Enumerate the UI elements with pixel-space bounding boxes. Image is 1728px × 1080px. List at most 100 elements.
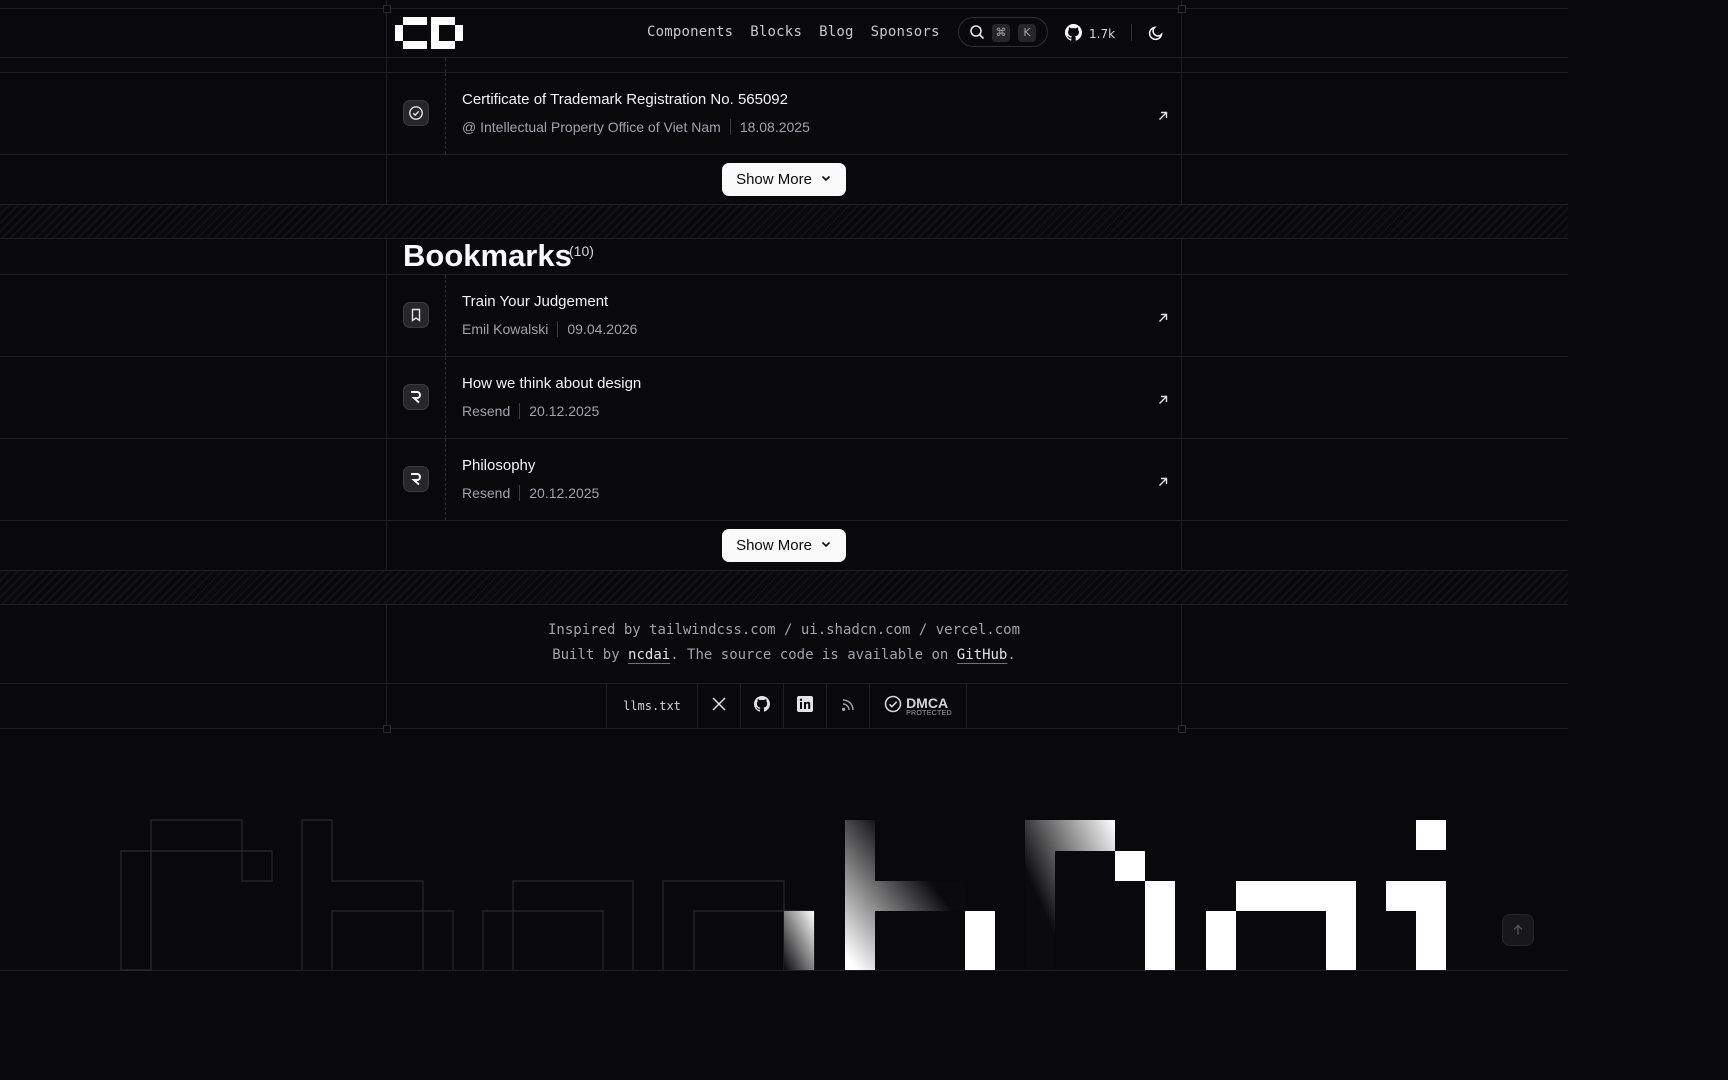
dashed-line	[445, 73, 446, 154]
bookmarks-count: (10)	[569, 243, 594, 259]
nav-link-components[interactable]: Components	[647, 24, 733, 40]
github-stars-link[interactable]: 1.7k	[1065, 24, 1115, 44]
bookmark-date: 20.12.2025	[529, 485, 600, 501]
certification-row[interactable]: Certificate of Trademark Registration No…	[387, 73, 1181, 154]
rss-link[interactable]	[827, 684, 870, 728]
chanhdai-wordmark	[120, 819, 1446, 971]
footer-text: . The source code is available on	[670, 647, 957, 663]
bookmark-date: 09.04.2026	[567, 321, 638, 337]
nav-link-sponsors[interactable]: Sponsors	[871, 24, 940, 40]
bookmark-author: Resend	[462, 403, 511, 419]
divider	[519, 485, 521, 501]
check-circle-icon	[403, 100, 429, 126]
arrow-up-right-icon	[1157, 473, 1169, 486]
corner-marker	[1178, 725, 1186, 733]
dashed-line	[445, 357, 446, 438]
social-links: llms.txt DMCA PROTECTED	[606, 684, 967, 728]
arrow-up-right-icon	[1157, 309, 1169, 322]
scroll-to-top-button[interactable]	[1502, 914, 1534, 946]
bookmark-title: Philosophy	[462, 457, 536, 474]
arrow-up-icon	[1512, 921, 1524, 940]
section-divider-hatch	[0, 205, 1568, 238]
bookmark-row[interactable]: Philosophy Resend 20.12.2025	[387, 439, 1181, 520]
divider	[557, 321, 559, 337]
arrow-up-right-icon	[1157, 107, 1169, 120]
rss-icon	[841, 697, 855, 716]
search-button[interactable]: ⌘ K	[958, 17, 1048, 47]
bookmark-meta: Resend 20.12.2025	[462, 485, 599, 501]
dmca-badge[interactable]: DMCA PROTECTED	[870, 684, 967, 728]
chevron-down-icon	[820, 171, 832, 188]
show-more-label: Show More	[736, 537, 812, 554]
kbd-k: K	[1018, 24, 1036, 42]
section-divider-hatch	[0, 571, 1568, 604]
divider	[519, 403, 521, 419]
grid-line	[0, 238, 1568, 239]
divider	[1131, 24, 1132, 41]
chevron-down-icon	[820, 537, 832, 554]
grid-line	[0, 8, 1568, 9]
linkedin-link[interactable]	[784, 684, 827, 728]
search-icon	[969, 24, 985, 44]
dashed-line	[445, 439, 446, 520]
theme-toggle-button[interactable]	[1147, 24, 1165, 42]
site-logo[interactable]	[395, 17, 463, 49]
github-source-link[interactable]: GitHub	[957, 647, 1008, 663]
dmca-text: DMCA PROTECTED	[906, 696, 952, 717]
corner-marker	[383, 725, 391, 733]
footer-inspired: Inspired by tailwindcss.com / ui.shadcn.…	[547, 622, 1020, 638]
arrow-up-right-icon	[1157, 391, 1169, 404]
github-icon	[1065, 24, 1082, 44]
llms-link[interactable]: llms.txt	[607, 684, 698, 728]
main-nav: Components Blocks Blog Sponsors	[647, 24, 940, 40]
resend-logo-icon	[403, 384, 429, 410]
bookmark-row[interactable]: Train Your Judgement Emil Kowalski 09.04…	[387, 275, 1181, 356]
certification-title: Certificate of Trademark Registration No…	[462, 91, 788, 108]
github-star-count: 1.7k	[1089, 27, 1116, 41]
certifications-show-more-button[interactable]: Show More	[722, 163, 846, 196]
certification-meta: @ Intellectual Property Office of Viet N…	[462, 119, 810, 135]
resend-logo-icon	[403, 466, 429, 492]
bookmark-icon	[403, 302, 429, 328]
grid-line	[0, 604, 1568, 605]
nav-link-blog[interactable]: Blog	[819, 24, 854, 40]
footer-built-by: Built by ncdai. The source code is avail…	[387, 647, 1181, 663]
nav-link-blocks[interactable]: Blocks	[750, 24, 802, 40]
bookmark-title: Train Your Judgement	[462, 293, 609, 310]
bookmark-meta: Resend 20.12.2025	[462, 403, 599, 419]
moon-icon	[1147, 26, 1165, 46]
github-icon	[754, 696, 770, 716]
github-link[interactable]	[741, 684, 784, 728]
divider	[729, 119, 731, 135]
grid-line	[0, 520, 1568, 521]
kbd-command: ⌘	[992, 24, 1010, 42]
x-link[interactable]	[698, 684, 741, 728]
certification-issuer: @ Intellectual Property Office of Viet N…	[462, 119, 721, 135]
certification-date: 18.08.2025	[739, 119, 810, 135]
grid-line	[0, 154, 1568, 155]
footer-text: Built by	[552, 647, 629, 663]
grid-line	[0, 57, 1568, 58]
bookmark-title: How we think about design	[462, 375, 642, 392]
bookmark-author: Emil Kowalski	[462, 321, 549, 337]
bookmark-meta: Emil Kowalski 09.04.2026	[462, 321, 637, 337]
dmca-sublabel: PROTECTED	[906, 709, 952, 717]
grid-line	[1181, 0, 1182, 730]
dmca-label: DMCA	[906, 694, 949, 711]
grid-line	[0, 728, 1568, 729]
corner-marker	[1178, 5, 1186, 13]
bookmarks-heading: Bookmarks	[403, 238, 572, 273]
footer-text: .	[1007, 647, 1016, 663]
bookmarks-show-more-button[interactable]: Show More	[722, 529, 846, 562]
x-icon	[711, 696, 727, 716]
dashed-line	[445, 58, 447, 72]
bookmark-date: 20.12.2025	[529, 403, 600, 419]
author-link[interactable]: ncdai	[628, 647, 670, 663]
bookmark-author: Resend	[462, 485, 511, 501]
linkedin-icon	[797, 696, 813, 716]
corner-marker	[383, 5, 391, 13]
show-more-label: Show More	[736, 171, 812, 188]
bookmark-row[interactable]: How we think about design Resend 20.12.2…	[387, 357, 1181, 438]
check-circle-icon	[884, 695, 902, 717]
dashed-line	[445, 275, 446, 356]
